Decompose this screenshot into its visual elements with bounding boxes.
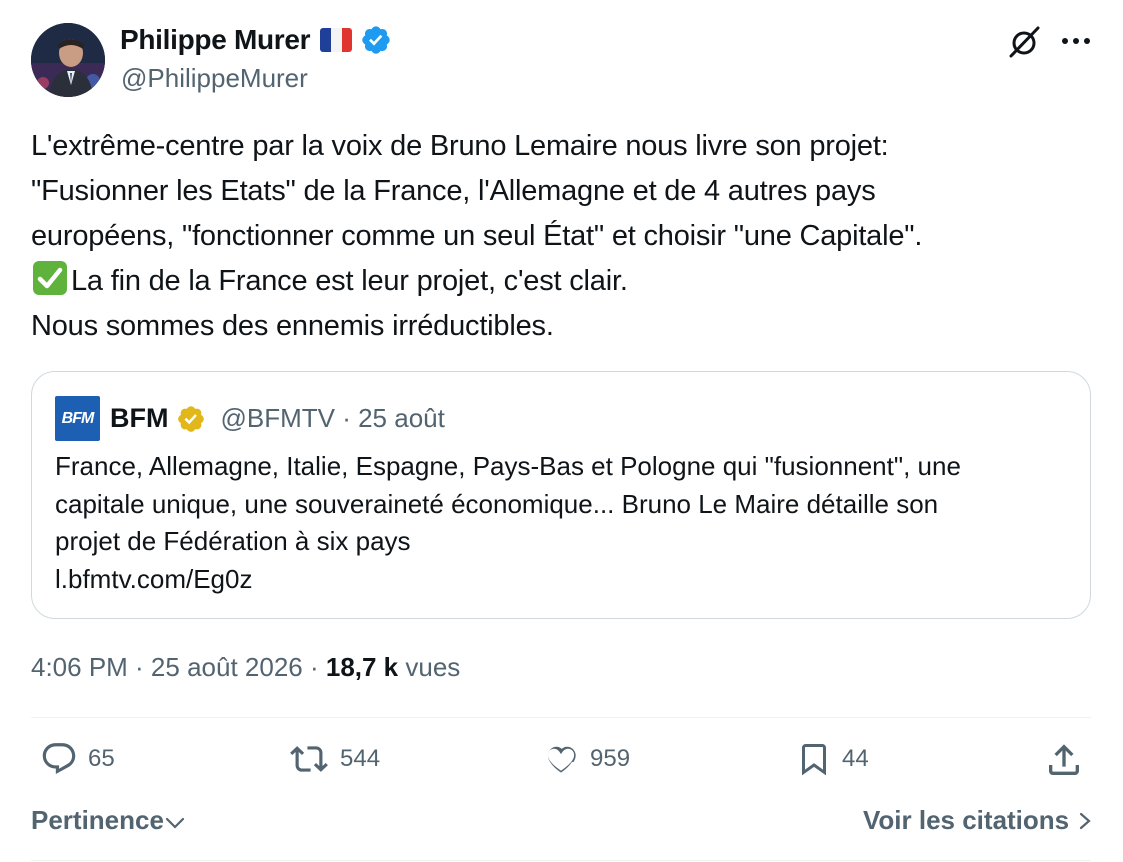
profile-photo-icon xyxy=(31,23,105,97)
tweet-line: La fin de la France est leur projet, c'e… xyxy=(71,265,628,297)
author-name-row: Philippe Murer xyxy=(120,24,392,56)
chevron-right-icon xyxy=(1080,812,1092,830)
bookmark-icon xyxy=(802,744,826,776)
quoted-link[interactable]: l.bfmtv.com/Eg0z xyxy=(55,561,1065,599)
tweet-timestamp[interactable]: 4:06 PM · 25 août 2026 · xyxy=(31,652,326,682)
quoted-line: France, Allemagne, Italie, Espagne, Pays… xyxy=(55,451,961,481)
divider xyxy=(31,717,1091,718)
like-button[interactable]: 959 xyxy=(542,740,630,778)
like-count: 959 xyxy=(590,745,631,772)
sort-label: Pertinence xyxy=(31,805,164,835)
action-bar: 65 544 959 44 xyxy=(0,740,1123,790)
bookmark-button[interactable]: 44 xyxy=(796,740,869,778)
view-quotes-link[interactable]: Voir les citations xyxy=(863,805,1094,836)
divider xyxy=(31,860,1091,861)
french-flag-icon xyxy=(320,28,353,52)
view-quotes-label: Voir les citations xyxy=(863,805,1070,835)
more-horizontal-icon[interactable] xyxy=(1060,30,1092,52)
tweet-meta: 4:06 PM · 25 août 2026 · 18,7 k vues xyxy=(31,652,460,683)
author-handle[interactable]: @PhilippeMurer xyxy=(121,63,308,94)
share-icon xyxy=(1049,744,1079,775)
tweet-line-emoji-row: La fin de la France est leur projet, c'e… xyxy=(31,259,1101,304)
quoted-handle-date: @BFMTV · 25 août xyxy=(220,403,445,433)
gold-verified-badge-icon xyxy=(178,405,205,432)
reply-icon xyxy=(42,743,76,775)
retweet-icon xyxy=(290,746,328,772)
bfm-logo-icon: BFM xyxy=(55,396,100,441)
grok-icon[interactable] xyxy=(1006,24,1042,60)
author-name[interactable]: Philippe Murer xyxy=(120,24,311,56)
retweet-count: 544 xyxy=(340,745,381,772)
tweet-line: "Fusionner les Etats" de la France, l'Al… xyxy=(31,175,876,207)
bookmark-count: 44 xyxy=(842,745,869,772)
retweet-button[interactable]: 544 xyxy=(288,740,380,778)
chevron-down-icon xyxy=(165,817,185,829)
views-count: 18,7 k xyxy=(325,652,399,682)
tweet-line: Nous sommes des ennemis irréductibles. xyxy=(31,310,554,342)
quoted-tweet-card[interactable]: BFM BFM @BFMTV · 25 août France, Allemag… xyxy=(31,371,1091,619)
sort-dropdown[interactable]: Pertinence xyxy=(31,805,186,836)
tweet-text: L'extrême-centre par la voix de Bruno Le… xyxy=(31,124,1101,349)
quoted-tweet-text: France, Allemagne, Italie, Espagne, Pays… xyxy=(55,448,1065,598)
reply-button[interactable]: 65 xyxy=(40,740,115,778)
quoted-tweet-header: BFM BFM @BFMTV · 25 août xyxy=(55,396,445,441)
quoted-author-name: BFM xyxy=(110,403,169,433)
verified-badge-icon xyxy=(362,26,390,54)
avatar[interactable] xyxy=(31,23,105,97)
quoted-line: projet de Fédération à six pays xyxy=(55,526,411,556)
views-label: vues xyxy=(398,652,461,682)
check-mark-button-emoji-icon xyxy=(33,261,67,295)
tweet-line: européens, "fonctionner comme un seul Ét… xyxy=(31,220,923,252)
share-button[interactable] xyxy=(1044,740,1084,780)
tweet-line: L'extrême-centre par la voix de Bruno Le… xyxy=(31,130,889,162)
reply-count: 65 xyxy=(88,745,115,772)
quoted-line: capitale unique, une souveraineté économ… xyxy=(55,488,939,519)
heart-icon xyxy=(547,746,576,773)
